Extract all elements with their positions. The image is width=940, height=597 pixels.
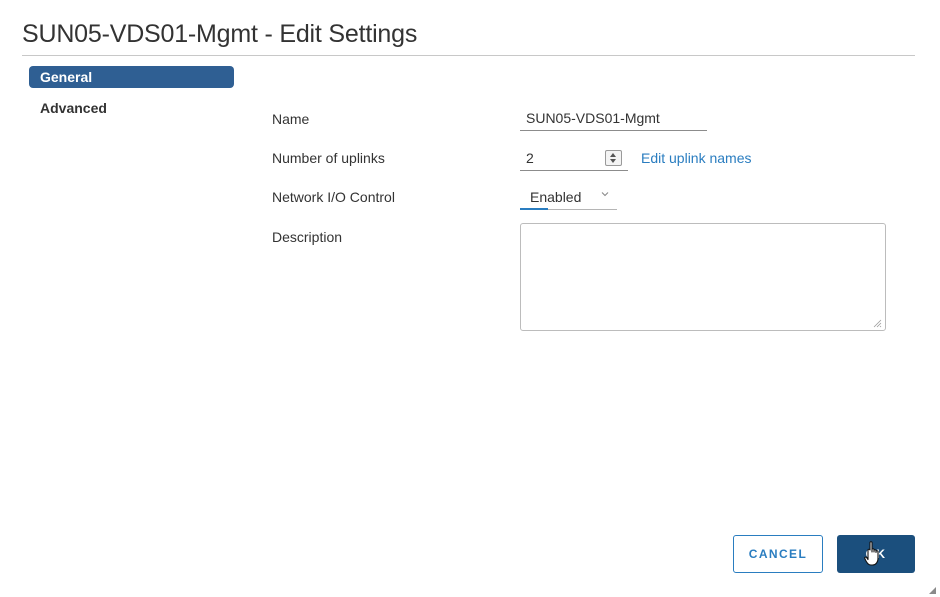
description-label: Description [272,229,343,245]
chevron-down-icon [601,192,609,197]
stepper-icon[interactable] [605,150,622,166]
edit-settings-dialog: SUN05-VDS01-Mgmt - Edit Settings General… [0,0,940,597]
resize-handle-icon[interactable] [873,319,882,328]
nioc-selected-value: Enabled [530,189,582,205]
edit-uplink-names-link[interactable]: Edit uplink names [641,150,752,166]
settings-nav: General Advanced [29,66,234,128]
nioc-label: Network I/O Control [272,189,395,205]
hand-pointer-icon [864,541,879,566]
window-resize-icon[interactable] [927,585,936,594]
description-textarea[interactable] [520,223,886,331]
nav-item-general[interactable]: General [29,66,234,88]
cancel-button[interactable]: CANCEL [733,535,823,573]
nav-item-advanced[interactable]: Advanced [29,97,234,119]
name-value: SUN05-VDS01-Mgmt [526,110,660,126]
dialog-title: SUN05-VDS01-Mgmt - Edit Settings [22,20,418,48]
nioc-select[interactable]: Enabled [520,183,617,210]
name-label: Name [272,111,310,127]
select-focus-accent [520,208,548,210]
title-divider [22,55,915,56]
uplinks-label: Number of uplinks [272,150,385,166]
uplinks-value: 2 [526,150,534,166]
name-input[interactable]: SUN05-VDS01-Mgmt [520,104,707,131]
uplinks-input[interactable]: 2 [520,144,628,171]
